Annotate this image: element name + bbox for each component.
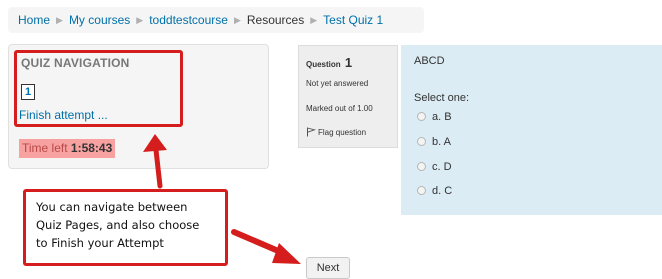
radio-button[interactable]: [417, 112, 426, 121]
answer-option[interactable]: c. D: [417, 161, 452, 173]
annotation-callout: You can navigate between Quiz Pages, and…: [23, 189, 228, 266]
answer-option[interactable]: b. A: [417, 136, 451, 148]
quiz-timer: Time left 1:58:43: [19, 139, 116, 158]
breadcrumb-home-link[interactable]: Home: [18, 13, 50, 27]
radio-button[interactable]: [417, 162, 426, 171]
time-left-value: 1:58:43: [70, 141, 113, 155]
breadcrumb-separator-icon: ▶: [310, 15, 318, 25]
question-content: ABCD Select one: a. B b. A c. D d. C: [401, 45, 662, 215]
answer-option-label: c. D: [432, 161, 452, 173]
question-number-value: 1: [344, 55, 353, 70]
breadcrumb-separator-icon: ▶: [56, 15, 63, 25]
answer-option-label: d. C: [432, 185, 453, 197]
question-number: Question 1: [306, 55, 352, 70]
answer-option[interactable]: a. B: [417, 111, 452, 123]
question-label: Question: [306, 60, 341, 69]
breadcrumb-course-link[interactable]: toddtestcourse: [149, 13, 228, 27]
callout-line: Quiz Pages, and also choose: [36, 218, 200, 232]
radio-button[interactable]: [417, 186, 426, 195]
breadcrumb-quiz-link[interactable]: Test Quiz 1: [323, 13, 383, 27]
flag-icon: [307, 127, 317, 137]
answer-prompt: Select one:: [414, 92, 470, 104]
question-grade: Marked out of 1.00: [306, 104, 373, 113]
answer-option-label: a. B: [432, 111, 452, 123]
question-info-panel: Question 1 Not yet answered Marked out o…: [298, 45, 398, 148]
breadcrumb-separator-icon: ▶: [233, 15, 241, 25]
callout-line: to Finish your Attempt: [36, 236, 164, 250]
time-left-label: Time left: [22, 141, 68, 155]
callout-line: You can navigate between: [36, 200, 188, 214]
navigation-highlight-box: [14, 50, 183, 127]
breadcrumb-separator-icon: ▶: [136, 15, 144, 25]
breadcrumb-my-courses-link[interactable]: My courses: [69, 13, 130, 27]
question-state: Not yet answered: [306, 79, 369, 88]
breadcrumb-resources: Resources: [246, 13, 305, 27]
next-page-button[interactable]: Next: [306, 257, 350, 279]
answer-option[interactable]: d. C: [417, 185, 452, 197]
question-text: ABCD: [414, 55, 445, 67]
answer-option-label: b. A: [432, 136, 451, 148]
flag-question-label: Flag question: [318, 128, 367, 137]
flag-question-toggle[interactable]: Flag question: [306, 127, 366, 137]
arrow-right-icon: [231, 229, 301, 264]
breadcrumb: Home ▶ My courses ▶ toddtestcourse ▶ Resources…: [8, 7, 424, 33]
radio-button[interactable]: [417, 137, 426, 146]
